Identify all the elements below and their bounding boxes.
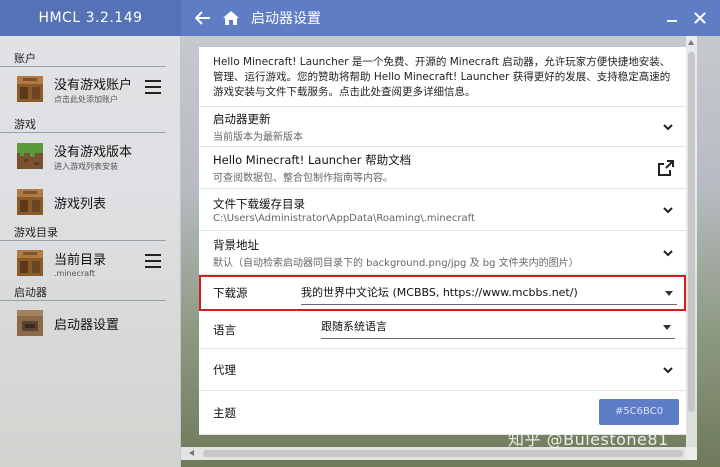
menu-icon[interactable] — [145, 80, 161, 94]
furnace-icon — [17, 310, 43, 336]
caret-down-icon — [665, 291, 673, 296]
menu-icon[interactable] — [145, 254, 161, 268]
arrow-left-icon — [195, 11, 210, 25]
home-button[interactable] — [217, 0, 245, 36]
sidebar-item-sub: 进入游戏列表安装 — [54, 161, 118, 171]
background-sub: 默认（自动检索启动器同目录下的 background.png/jpg 及 bg … — [213, 257, 579, 269]
sidebar-item-sub: 点击此处添加账户 — [54, 94, 118, 104]
sidebar-item-label: 没有游戏版本 — [54, 144, 133, 160]
vertical-scrollbar[interactable] — [686, 36, 697, 460]
help-row[interactable]: Hello Minecraft! Launcher 帮助文档 可查阅数据包、整合… — [199, 147, 686, 189]
cache-sub: C:\Users\Administrator\AppData\Roaming\.… — [213, 212, 475, 224]
cache-title: 文件下载缓存目录 — [213, 196, 305, 211]
background-title: 背景地址 — [213, 237, 259, 252]
grass-block-icon — [17, 143, 43, 169]
close-button[interactable] — [686, 0, 714, 36]
theme-color-button[interactable]: #5C6BC0 — [599, 399, 679, 425]
sidebar: 账户 没有游戏账户 点击此处添加账户 游戏 没有游戏版本 进入游戏列表安装 游戏… — [0, 36, 181, 467]
download-source-label: 下载源 — [213, 286, 248, 300]
sidebar-item-launcher-settings[interactable]: 启动器设置 — [0, 301, 180, 345]
title-bar: HMCL 3.2.149 启动器设置 — [0, 0, 720, 36]
download-source-select[interactable]: 我的世界中文论坛 (MCBBS, https://www.mcbbs.net/) — [301, 283, 677, 305]
language-select[interactable]: 跟随系统语言 — [321, 317, 675, 339]
sidebar-item-sub: .minecraft — [54, 268, 95, 278]
language-row: 语言 跟随系统语言 — [199, 311, 686, 349]
sidebar-item-game-version[interactable]: 没有游戏版本 进入游戏列表安装 — [0, 133, 180, 179]
open-external-icon[interactable] — [658, 159, 674, 176]
section-title-game: 游戏 — [0, 117, 166, 133]
app-title: HMCL 3.2.149 — [0, 0, 181, 36]
intro-card[interactable]: Hello Minecraft! Launcher 是一个免费、开源的 Mine… — [199, 47, 686, 107]
proxy-row[interactable]: 代理 — [199, 349, 686, 391]
sidebar-item-label: 游戏列表 — [54, 196, 107, 212]
help-title: Hello Minecraft! Launcher 帮助文档 — [213, 152, 412, 167]
home-icon — [223, 11, 239, 25]
scroll-thumb[interactable] — [203, 450, 683, 457]
sidebar-item-label: 没有游戏账户 — [54, 77, 133, 93]
back-button[interactable] — [189, 0, 217, 36]
section-title-account: 账户 — [0, 51, 166, 67]
minimize-button[interactable] — [658, 0, 686, 36]
scroll-left-icon[interactable] — [189, 450, 194, 456]
caret-down-icon — [663, 325, 671, 330]
scroll-thumb[interactable] — [688, 52, 695, 412]
download-source-row: 下载源 我的世界中文论坛 (MCBBS, https://www.mcbbs.n… — [199, 275, 686, 311]
language-value: 跟随系统语言 — [321, 320, 387, 333]
sidebar-item-current-dir[interactable]: 当前目录 .minecraft — [0, 241, 180, 285]
background-row[interactable]: 背景地址 默认（自动检索启动器同目录下的 background.png/jpg … — [199, 231, 686, 275]
scroll-up-icon[interactable] — [688, 40, 694, 45]
sidebar-item-account[interactable]: 没有游戏账户 点击此处添加账户 — [0, 67, 180, 111]
crafting-table-icon — [17, 76, 43, 102]
chevron-down-icon — [663, 123, 673, 130]
update-row[interactable]: 启动器更新 当前版本为最新版本 — [199, 107, 686, 147]
update-sub: 当前版本为最新版本 — [213, 131, 303, 143]
proxy-label: 代理 — [213, 362, 236, 377]
crafting-table-icon — [17, 250, 43, 276]
header-bar: 启动器设置 — [181, 0, 720, 36]
crafting-table-icon — [17, 189, 43, 215]
download-source-value: 我的世界中文论坛 (MCBBS, https://www.mcbbs.net/) — [301, 286, 578, 299]
update-title: 启动器更新 — [213, 111, 271, 126]
section-title-game-dir: 游戏目录 — [0, 225, 166, 241]
chevron-down-icon — [663, 366, 673, 373]
sidebar-item-label: 启动器设置 — [54, 317, 120, 333]
chevron-down-icon — [663, 206, 673, 213]
close-icon — [694, 12, 706, 24]
sidebar-item-label: 当前目录 — [54, 252, 107, 268]
cache-dir-row[interactable]: 文件下载缓存目录 C:\Users\Administrator\AppData\… — [199, 189, 686, 231]
section-title-launcher: 启动器 — [0, 285, 166, 301]
watermark: 知乎 @Bulestone81 — [508, 430, 669, 449]
help-sub: 可查阅数据包、整合包制作指南等内容。 — [213, 172, 393, 184]
chevron-down-icon — [663, 249, 673, 256]
settings-panel: Hello Minecraft! Launcher 是一个免费、开源的 Mine… — [199, 47, 686, 447]
minimize-icon — [667, 20, 677, 22]
sidebar-item-game-list[interactable]: 游戏列表 — [0, 179, 180, 225]
page-title: 启动器设置 — [251, 11, 321, 27]
